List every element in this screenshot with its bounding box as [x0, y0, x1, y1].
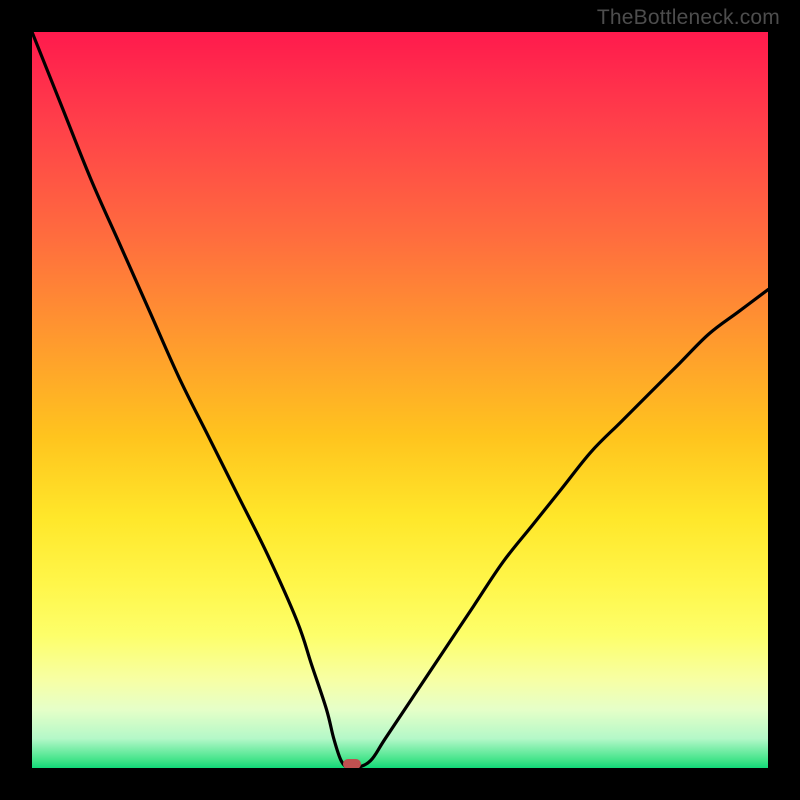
- watermark-text: TheBottleneck.com: [597, 6, 780, 30]
- plot-area: [32, 32, 768, 768]
- chart-frame: TheBottleneck.com: [0, 0, 800, 800]
- bottleneck-curve: [32, 32, 768, 768]
- optimal-point-marker: [343, 759, 361, 768]
